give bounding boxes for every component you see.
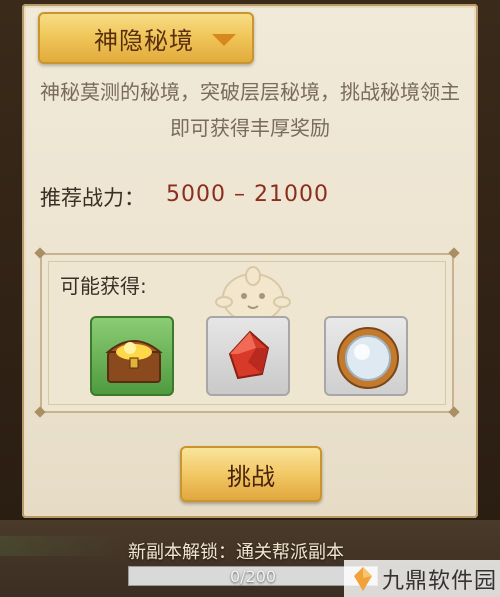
reward-item-treasure-chest[interactable] [90,316,174,396]
reward-label: 可能获得: [60,274,147,298]
treasure-chest-icon [105,340,163,383]
red-crystal-icon [228,330,270,380]
bottom-bar-decoration [0,536,124,556]
challenge-button[interactable]: 挑战 [180,446,322,502]
chevron-down-icon [212,34,236,46]
mirror-orb-icon [337,327,399,389]
watermark: 九鼎软件园 [344,560,500,597]
recommended-power-label: 推荐战力： [40,186,145,210]
recommended-power-value: 5000 – 21000 [166,182,329,207]
unlock-hint: 新副本解锁：通关帮派副本 [128,542,344,563]
progress-text: 0/200 [229,566,277,586]
title-dropdown[interactable]: 神隐秘境 [38,12,254,64]
watermark-logo-icon [354,566,372,591]
dialog-title: 神隐秘境 [94,26,194,55]
reward-item-red-crystal[interactable] [206,316,290,396]
unlock-progress-bar: 0/200 [128,566,378,586]
reward-item-mirror-orb[interactable] [324,316,408,396]
watermark-text: 九鼎软件园 [382,568,498,594]
dialog-description: 神秘莫测的秘境，突破层层秘境，挑战秘境领主即可获得丰厚奖励 [40,80,460,140]
